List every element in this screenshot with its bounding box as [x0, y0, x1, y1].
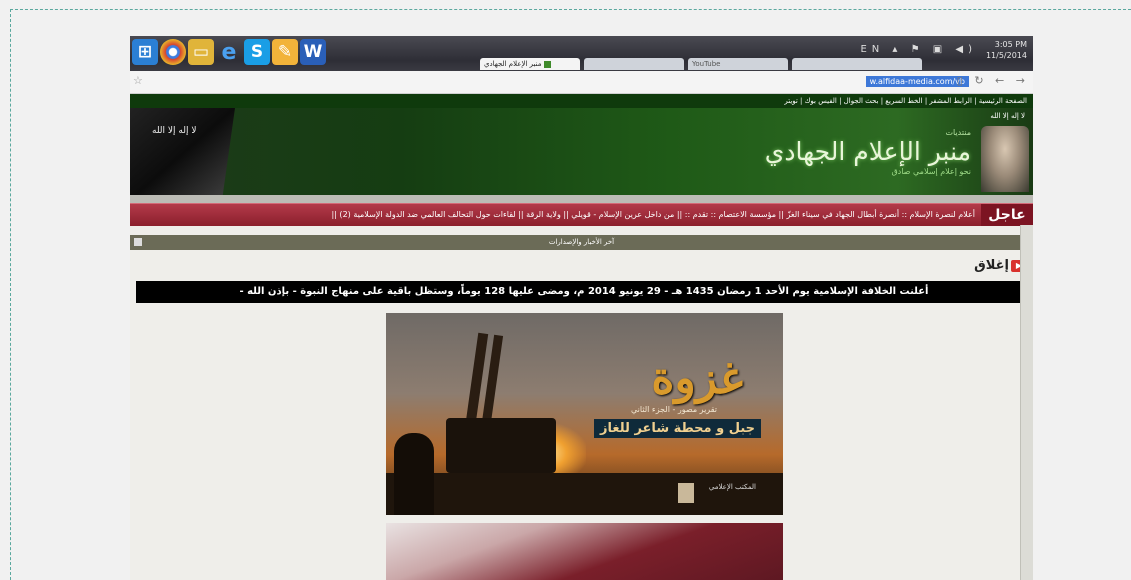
latest-news-bar: آخر الأخبار والإصدارات: [130, 235, 1033, 250]
announcement-banner: أعلنت الخلافة الإسلامية يوم الأحد 1 رمضا…: [136, 281, 1032, 303]
chrome-icon[interactable]: [160, 39, 186, 65]
file-explorer-icon[interactable]: ▭: [188, 39, 214, 65]
browser-tab[interactable]: [792, 58, 922, 70]
word-icon[interactable]: W: [300, 39, 326, 65]
portrait-image: [981, 126, 1029, 192]
ticker-text[interactable]: أعلام لنصرة الإسلام :: أنصرة أبطال الجها…: [332, 204, 976, 226]
poster-headline: جبل و محطة شاعر للغاز: [594, 419, 761, 438]
browser-tab-active[interactable]: منبر الإعلام الجهادي: [480, 58, 580, 70]
internet-explorer-icon[interactable]: e: [216, 39, 242, 65]
black-flag-image: [130, 108, 235, 195]
logo-forums-label: منتديات: [945, 128, 971, 137]
bookmark-star-icon[interactable]: ☆: [133, 74, 143, 87]
system-tray-icons[interactable]: EN ▴ ⚑ ▣ ◀): [860, 44, 977, 55]
tab-label: YouTube: [692, 60, 721, 68]
top-navigation[interactable]: الصفحة الرئيسية | الرابط المشفر | الخط ا…: [130, 94, 1033, 108]
close-label: إغلاق: [974, 258, 1009, 273]
address-bar: ☆ w.alfidaa-media.com/vb ▯ ↻ ← →: [130, 71, 1033, 94]
clock-time: 3:05 PM: [994, 40, 1027, 49]
site-banner: لا إله إلا الله لا إله إلا الله منتديات …: [130, 108, 1033, 195]
logo-tagline: نحو إعلام إسلامي صادق: [891, 167, 971, 176]
media-logo-icon: [678, 483, 694, 503]
page-scrollbar[interactable]: [1020, 225, 1033, 580]
flag-text: لا إله إلا الله: [152, 126, 197, 136]
news-bar-title: آخر الأخبار والإصدارات: [548, 238, 615, 246]
logo-name: منبر الإعلام الجهادي: [764, 137, 971, 166]
banner-corner-text: لا إله إلا الله: [990, 112, 1025, 120]
poster-title: غزوة: [651, 353, 743, 404]
language-indicator[interactable]: EN: [860, 44, 884, 55]
poster-subtitle: تقرير مصور - الجزء الثاني: [630, 405, 717, 414]
site-favicon: [544, 60, 552, 68]
second-poster-image[interactable]: [386, 523, 783, 580]
site-logo[interactable]: منتديات منبر الإعلام الجهادي نحو إعلام إ…: [731, 128, 971, 176]
tab-label: منبر الإعلام الجهادي: [484, 60, 542, 68]
collapse-button[interactable]: [134, 238, 142, 246]
skype-icon[interactable]: S: [244, 39, 270, 65]
windows-taskbar: ⊞ ▭ e S ✎ W EN ▴ ⚑ ▣ ◀) 3:05 PM 11/5/201…: [130, 36, 1033, 71]
truck-silhouette: [446, 418, 556, 473]
breaking-news-ticker: عاجل أعلام لنصرة الإسلام :: أنصرة أبطال …: [130, 203, 1033, 226]
poster-footer: المكتب الإعلامي: [708, 483, 756, 491]
clock[interactable]: 3:05 PM 11/5/2014: [986, 39, 1027, 61]
clock-date: 11/5/2014: [985, 51, 1027, 60]
soldier-silhouette: [394, 433, 434, 515]
web-page: الصفحة الرئيسية | الرابط المشفر | الخط ا…: [130, 94, 1033, 580]
windows-start-icon[interactable]: ⊞: [132, 39, 158, 65]
divider: [130, 195, 1033, 203]
dashed-frame-left: [10, 9, 11, 580]
breaking-label: عاجل: [981, 204, 1033, 226]
browser-nav-buttons[interactable]: ▯ ↻ ← →: [957, 74, 1029, 87]
browser-tab-youtube[interactable]: YouTube: [688, 58, 788, 70]
dashed-frame-top: [10, 9, 1131, 10]
url-field[interactable]: w.alfidaa-media.com/vb: [865, 76, 969, 87]
browser-tab[interactable]: [584, 58, 684, 70]
release-poster-image[interactable]: غزوة تقرير مصور - الجزء الثاني جبل و محط…: [386, 313, 783, 515]
paint-icon[interactable]: ✎: [272, 39, 298, 65]
screenshot: ⊞ ▭ e S ✎ W EN ▴ ⚑ ▣ ◀) 3:05 PM 11/5/201…: [130, 36, 1033, 580]
